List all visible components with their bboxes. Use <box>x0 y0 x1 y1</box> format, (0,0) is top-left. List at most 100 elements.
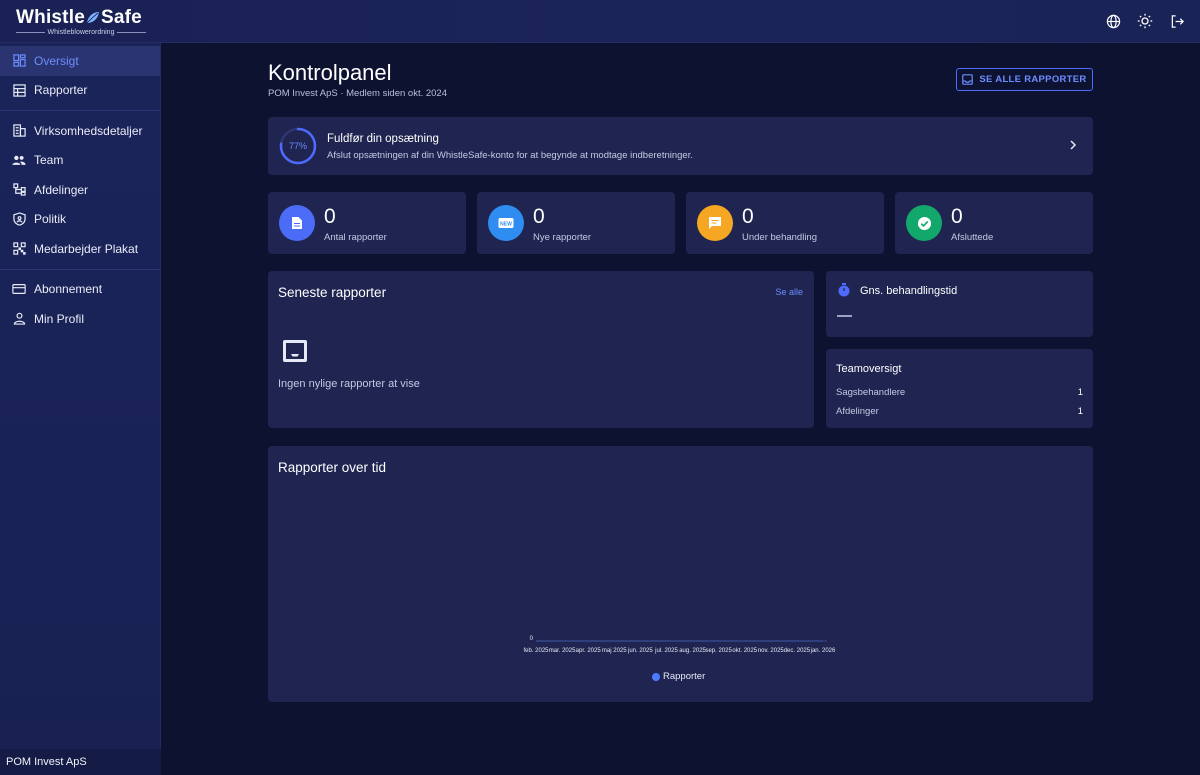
team-row: Afdelinger 1 <box>836 406 1083 417</box>
see-all-reports-button[interactable]: SE ALLE RAPPORTER <box>956 68 1093 91</box>
x-tick-label: maj 2025 <box>602 648 627 654</box>
sidebar-item-politik[interactable]: Politik <box>0 205 160 235</box>
team-icon <box>12 153 26 167</box>
x-tick-label: feb. 2025 <box>523 648 549 654</box>
avg-handling-time-value <box>837 315 852 317</box>
reports-icon <box>12 83 26 97</box>
x-tick-label: apr. 2025 <box>576 648 602 654</box>
setup-progress-label: 77% <box>288 141 307 151</box>
qr-icon <box>12 242 26 256</box>
stat-card-new[interactable]: NEW 0 Nye rapporter <box>477 192 675 254</box>
legend-dot <box>652 672 660 681</box>
x-tick-label: mar. 2025 <box>549 648 576 654</box>
team-row-label: Sagsbehandlere <box>836 387 906 398</box>
page-subtitle: POM Invest ApS · Medlem siden okt. 2024 <box>268 88 448 99</box>
logout-icon[interactable] <box>1168 12 1186 30</box>
sidebar-item-label: Rapporter <box>34 83 88 98</box>
x-tick-label: dec. 2025 <box>784 648 811 654</box>
logo-text-right: Safe <box>100 7 142 28</box>
top-bar: Whistle Safe Whistleblowerordning <box>0 0 1200 43</box>
sidebar-divider <box>0 268 160 270</box>
user-icon <box>12 312 26 326</box>
inbox-icon <box>283 340 307 362</box>
stat-card-closed[interactable]: 0 Afsluttede <box>895 192 1093 254</box>
avg-handling-time-card: Gns. behandlingstid <box>826 271 1093 337</box>
stopwatch-icon <box>838 283 850 297</box>
leaf-icon <box>86 12 99 24</box>
recent-reports-card: Seneste rapporter Se alle Ingen nylige r… <box>268 271 814 428</box>
setup-description: Afslut opsætningen af din WhistleSafe-ko… <box>327 150 693 161</box>
sidebar-item-label: Afdelinger <box>34 182 89 197</box>
sidebar-item-label: Virksomhedsdetaljer <box>34 123 143 138</box>
sidebar-item-label: Oversigt <box>34 53 79 68</box>
logo-tagline: Whistleblowerordning <box>47 29 115 36</box>
empty-state-text: Ingen nylige rapporter at vise <box>278 378 420 390</box>
x-tick-label: aug. 2025 <box>679 648 706 654</box>
sidebar-item-rapporter[interactable]: Rapporter <box>0 76 160 106</box>
stat-value: 0 <box>742 205 754 228</box>
see-all-reports-label: SE ALLE RAPPORTER <box>979 74 1087 85</box>
card-icon <box>12 282 26 296</box>
globe-icon[interactable] <box>1104 12 1122 30</box>
dashboard-icon <box>12 54 26 68</box>
sidebar-item-label: Medarbejder Plakat <box>34 241 139 256</box>
sun-icon[interactable] <box>1136 12 1154 30</box>
stat-value: 0 <box>533 205 545 228</box>
x-tick-label: sep. 2025 <box>705 648 732 654</box>
document-icon <box>279 205 315 241</box>
page-title: Kontrolpanel <box>268 60 392 85</box>
team-row-value: 1 <box>1077 406 1083 417</box>
team-row-value: 1 <box>1077 387 1083 398</box>
team-row-label: Afdelinger <box>836 406 879 417</box>
reports-over-time-chart: 0 feb. 2025 mar. 2025 apr. 2025 maj 2025 jun.… <box>523 636 836 654</box>
stat-label: Antal rapporter <box>324 232 387 243</box>
setup-progress-ring: 77% <box>278 126 318 166</box>
sidebar-footer-company: POM Invest ApS <box>0 749 161 775</box>
stat-label: Under behandling <box>742 232 818 243</box>
sidebar-item-label: Team <box>34 153 64 168</box>
stat-label: Nye rapporter <box>533 232 592 243</box>
avg-handling-time-title: Gns. behandlingstid <box>860 285 958 297</box>
stat-label: Afsluttede <box>951 232 994 243</box>
inbox-icon <box>962 74 974 85</box>
stat-card-total[interactable]: 0 Antal rapporter <box>268 192 466 254</box>
stat-value: 0 <box>951 205 963 228</box>
sidebar-item-label: Politik <box>34 212 67 227</box>
sidebar-item-afdelinger[interactable]: Afdelinger <box>0 175 160 205</box>
x-tick-label: jul. 2025 <box>654 648 678 654</box>
y-tick-label: 0 <box>530 636 534 642</box>
x-tick-label: okt. 2025 <box>732 648 757 654</box>
chevron-right-icon <box>1070 140 1077 150</box>
svg-text:NEW: NEW <box>500 221 512 227</box>
sidebar-item-label: Abonnement <box>34 282 103 297</box>
departments-icon <box>12 183 26 197</box>
sidebar-item-min-profil[interactable]: Min Profil <box>0 304 160 334</box>
sidebar-item-label: Min Profil <box>34 311 85 326</box>
sidebar-item-oversigt[interactable]: Oversigt <box>0 46 160 76</box>
x-tick-label: jun. 2025 <box>627 648 653 654</box>
stat-card-in-progress[interactable]: 0 Under behandling <box>686 192 884 254</box>
whistlesafe-logo[interactable]: Whistle Safe Whistleblowerordning <box>16 7 147 36</box>
see-all-link[interactable]: Se alle <box>775 287 803 297</box>
sidebar-item-team[interactable]: Team <box>0 146 160 176</box>
team-row: Sagsbehandlere 1 <box>836 387 1083 398</box>
shield-icon <box>12 212 26 226</box>
legend-label: Rapporter <box>663 671 706 682</box>
x-tick-label: nov. 2025 <box>758 648 785 654</box>
sidebar-item-virksomhedsdetaljer[interactable]: Virksomhedsdetaljer <box>0 116 160 146</box>
sidebar: Oversigt Rapporter Virksomhedsdetaljer T… <box>0 43 161 775</box>
reports-over-time-card: Rapporter over tid 0 feb. 2025 mar. 2025 ap… <box>268 446 1093 702</box>
sidebar-item-medarbejder-plakat[interactable]: Medarbejder Plakat <box>0 234 160 264</box>
chart-legend: Rapporter <box>652 671 705 682</box>
new-icon: NEW <box>488 205 524 241</box>
team-overview-title: Teamoversigt <box>836 363 902 375</box>
logo-text-left: Whistle <box>16 7 85 28</box>
recent-reports-title: Seneste rapporter <box>278 285 387 300</box>
team-overview-card: Teamoversigt Sagsbehandlere 1 Afdelinger… <box>826 349 1093 428</box>
check-icon <box>906 205 942 241</box>
sidebar-item-abonnement[interactable]: Abonnement <box>0 275 160 305</box>
x-tick-label: jan. 2026 <box>810 648 836 654</box>
sidebar-divider <box>0 110 160 111</box>
building-icon <box>12 124 26 138</box>
setup-progress-card[interactable]: 77% Fuldfør din opsætning Afslut opsætni… <box>268 117 1093 175</box>
